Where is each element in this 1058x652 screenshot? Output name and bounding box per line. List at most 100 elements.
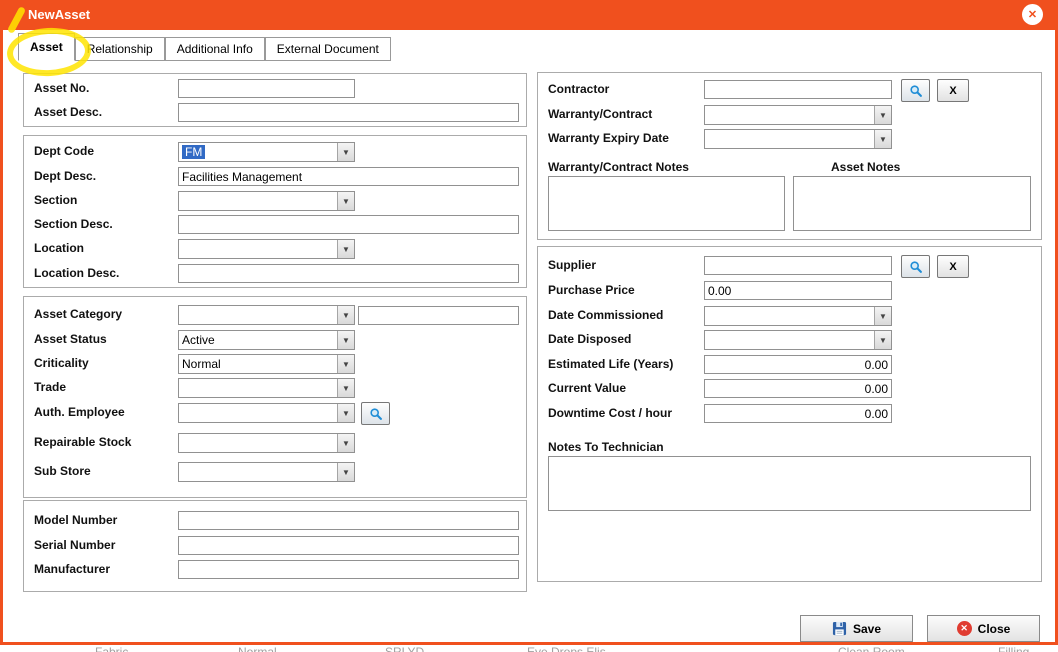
tab-external-document[interactable]: External Document <box>264 37 391 61</box>
warranty-contract-select[interactable]: ▼ <box>704 105 892 125</box>
serial-number-input[interactable] <box>178 536 519 555</box>
asset-desc-input[interactable] <box>178 103 519 122</box>
current-value-input[interactable] <box>704 379 892 398</box>
chevron-down-icon: ▼ <box>874 307 891 325</box>
purchase-price-input[interactable] <box>704 281 892 300</box>
new-asset-window: NewAsset ✕ Asset Relationship Additional… <box>0 0 1058 652</box>
model-number-label: Model Number <box>34 513 118 527</box>
chevron-down-icon: ▼ <box>337 463 354 481</box>
location-select[interactable]: ▼ <box>178 239 355 259</box>
chevron-down-icon: ▼ <box>337 434 354 452</box>
chevron-down-icon: ▼ <box>337 143 354 161</box>
auth-employee-label: Auth. Employee <box>34 405 125 419</box>
chevron-down-icon: ▼ <box>337 355 354 373</box>
notes-to-technician-label: Notes To Technician <box>548 440 664 454</box>
asset-no-input[interactable] <box>178 79 355 98</box>
trade-select[interactable]: ▼ <box>178 378 355 398</box>
section-select[interactable]: ▼ <box>178 191 355 211</box>
warranty-notes-label: Warranty/Contract Notes <box>548 160 689 174</box>
search-icon <box>909 260 922 273</box>
close-icon: ✕ <box>1027 9 1038 21</box>
location-label: Location <box>34 241 84 255</box>
dept-desc-input[interactable] <box>178 167 519 186</box>
warranty-expiry-label: Warranty Expiry Date <box>548 131 669 145</box>
model-group: Model Number Serial Number Manufacturer <box>23 500 527 592</box>
downtime-cost-label: Downtime Cost / hour <box>548 406 672 420</box>
section-desc-input[interactable] <box>178 215 519 234</box>
section-desc-label: Section Desc. <box>34 217 113 231</box>
warranty-contract-label: Warranty/Contract <box>548 107 653 121</box>
background-window-strip: Fabric Normal SRLYD Eye Drops Elis Clean… <box>0 645 1058 652</box>
warranty-expiry-select[interactable]: ▼ <box>704 129 892 149</box>
dept-code-label: Dept Code <box>34 144 94 158</box>
supplier-search-button[interactable] <box>901 255 930 278</box>
chevron-down-icon: ▼ <box>337 192 354 210</box>
save-button[interactable]: Save <box>800 615 913 642</box>
tab-relationship[interactable]: Relationship <box>74 37 165 61</box>
tab-additional-info[interactable]: Additional Info <box>164 37 265 61</box>
close-circle-icon: ✕ <box>956 621 972 636</box>
contractor-group: Contractor X Warranty/Contract ▼ Warrant… <box>537 72 1042 240</box>
background-text: SRLYD <box>385 645 425 652</box>
department-group: Dept Code FM ▼ Dept Desc. Section ▼ Sect… <box>23 135 527 288</box>
asset-category-extra-input[interactable] <box>358 306 519 325</box>
dept-code-value: FM <box>182 145 206 159</box>
repairable-stock-label: Repairable Stock <box>34 435 132 449</box>
asset-id-group: Asset No. Asset Desc. <box>23 73 527 127</box>
estimated-life-label: Estimated Life (Years) <box>548 357 674 371</box>
warranty-notes-textarea[interactable] <box>548 176 785 231</box>
auth-employee-select[interactable]: ▼ <box>178 403 355 423</box>
repairable-stock-select[interactable]: ▼ <box>178 433 355 453</box>
background-text: Fabric <box>95 645 129 652</box>
asset-status-label: Asset Status <box>34 332 107 346</box>
dept-desc-label: Dept Desc. <box>34 169 97 183</box>
manufacturer-input[interactable] <box>178 560 519 579</box>
contractor-input[interactable] <box>704 80 892 99</box>
save-button-label: Save <box>852 621 882 636</box>
chevron-down-icon: ▼ <box>337 331 354 349</box>
asset-category-select[interactable]: ▼ <box>178 305 355 325</box>
chevron-down-icon: ▼ <box>874 331 891 349</box>
estimated-life-input[interactable] <box>704 355 892 374</box>
background-text: Normal <box>238 645 277 652</box>
contractor-label: Contractor <box>548 82 610 96</box>
background-text: Filling <box>998 645 1030 652</box>
close-button[interactable]: ✕ Close <box>927 615 1040 642</box>
supplier-label: Supplier <box>548 258 597 272</box>
search-icon <box>909 84 922 97</box>
contractor-clear-button[interactable]: X <box>937 79 969 102</box>
auth-employee-search-button[interactable] <box>361 402 390 425</box>
criticality-select[interactable]: Normal ▼ <box>178 354 355 374</box>
sub-store-select[interactable]: ▼ <box>178 462 355 482</box>
asset-desc-label: Asset Desc. <box>34 105 103 119</box>
asset-notes-textarea[interactable] <box>793 176 1031 231</box>
section-label: Section <box>34 193 78 207</box>
window-title: NewAsset <box>28 7 91 22</box>
chevron-down-icon: ▼ <box>874 106 891 124</box>
window-close-button[interactable]: ✕ <box>1022 4 1043 25</box>
asset-no-label: Asset No. <box>34 81 90 95</box>
downtime-cost-input[interactable] <box>704 404 892 423</box>
manufacturer-label: Manufacturer <box>34 562 111 576</box>
date-disposed-select[interactable]: ▼ <box>704 330 892 350</box>
supplier-group: Supplier X Purchase Price Date Commissio… <box>537 246 1042 582</box>
serial-number-label: Serial Number <box>34 538 116 552</box>
trade-label: Trade <box>34 380 67 394</box>
purchase-price-label: Purchase Price <box>548 283 635 297</box>
model-number-input[interactable] <box>178 511 519 530</box>
background-text: Eye Drops Elis <box>527 645 606 652</box>
asset-notes-label: Asset Notes <box>831 160 901 174</box>
sub-store-label: Sub Store <box>34 464 91 478</box>
asset-status-select[interactable]: Active ▼ <box>178 330 355 350</box>
location-desc-input[interactable] <box>178 264 519 283</box>
chevron-down-icon: ▼ <box>337 306 354 324</box>
supplier-clear-button[interactable]: X <box>937 255 969 278</box>
notes-to-technician-textarea[interactable] <box>548 456 1031 511</box>
chevron-down-icon: ▼ <box>337 404 354 422</box>
supplier-input[interactable] <box>704 256 892 275</box>
contractor-search-button[interactable] <box>901 79 930 102</box>
date-commissioned-select[interactable]: ▼ <box>704 306 892 326</box>
tab-asset[interactable]: Asset <box>18 33 75 61</box>
search-icon <box>369 407 382 420</box>
dept-code-select[interactable]: FM ▼ <box>178 142 355 162</box>
